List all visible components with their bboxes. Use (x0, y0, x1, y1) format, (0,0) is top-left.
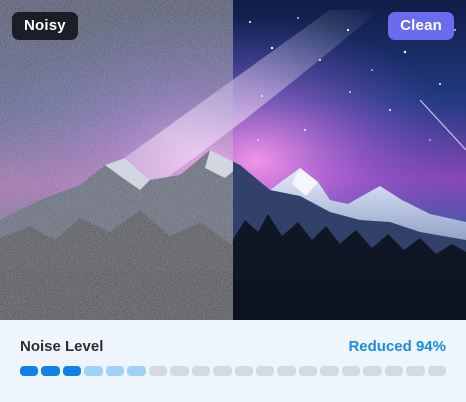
noise-level-segment (105, 366, 125, 376)
noise-level-segment (384, 366, 404, 376)
noisy-image-panel (0, 0, 233, 320)
noise-level-segment (427, 366, 447, 376)
before-after-compare: Noisy Clean (0, 0, 466, 320)
noise-level-segment (234, 366, 253, 376)
clean-image-panel (233, 0, 466, 320)
noise-level-segment (191, 366, 211, 376)
noise-level-segment (62, 366, 82, 376)
denoise-comparison-card: Noisy Clean Noise Level Reduced 94% (0, 0, 466, 402)
noise-level-segment (406, 366, 425, 376)
noise-level-segment (84, 366, 103, 376)
noise-level-segments (20, 366, 447, 376)
noise-level-segment (170, 366, 189, 376)
noise-level-segment (363, 366, 382, 376)
noise-level-segment (213, 366, 232, 376)
noise-level-segment (127, 366, 146, 376)
noisy-night-sky-mountain-image (0, 0, 233, 320)
noise-level-label: Noise Level (20, 338, 104, 355)
noise-level-segment (320, 366, 339, 376)
noisy-label-badge: Noisy (12, 12, 78, 40)
clean-night-sky-mountain-image (233, 0, 466, 320)
noise-level-segment (148, 366, 168, 376)
noise-level-meter: Noise Level Reduced 94% (0, 320, 466, 402)
noise-level-segment (277, 366, 296, 376)
noise-level-segment (20, 366, 39, 376)
noise-level-segment (255, 366, 275, 376)
noise-level-segment (298, 366, 318, 376)
noise-level-segment (341, 366, 361, 376)
clean-label-badge: Clean (388, 12, 454, 40)
noise-reduction-status: Reduced 94% (348, 338, 446, 355)
noise-level-segment (41, 366, 60, 376)
